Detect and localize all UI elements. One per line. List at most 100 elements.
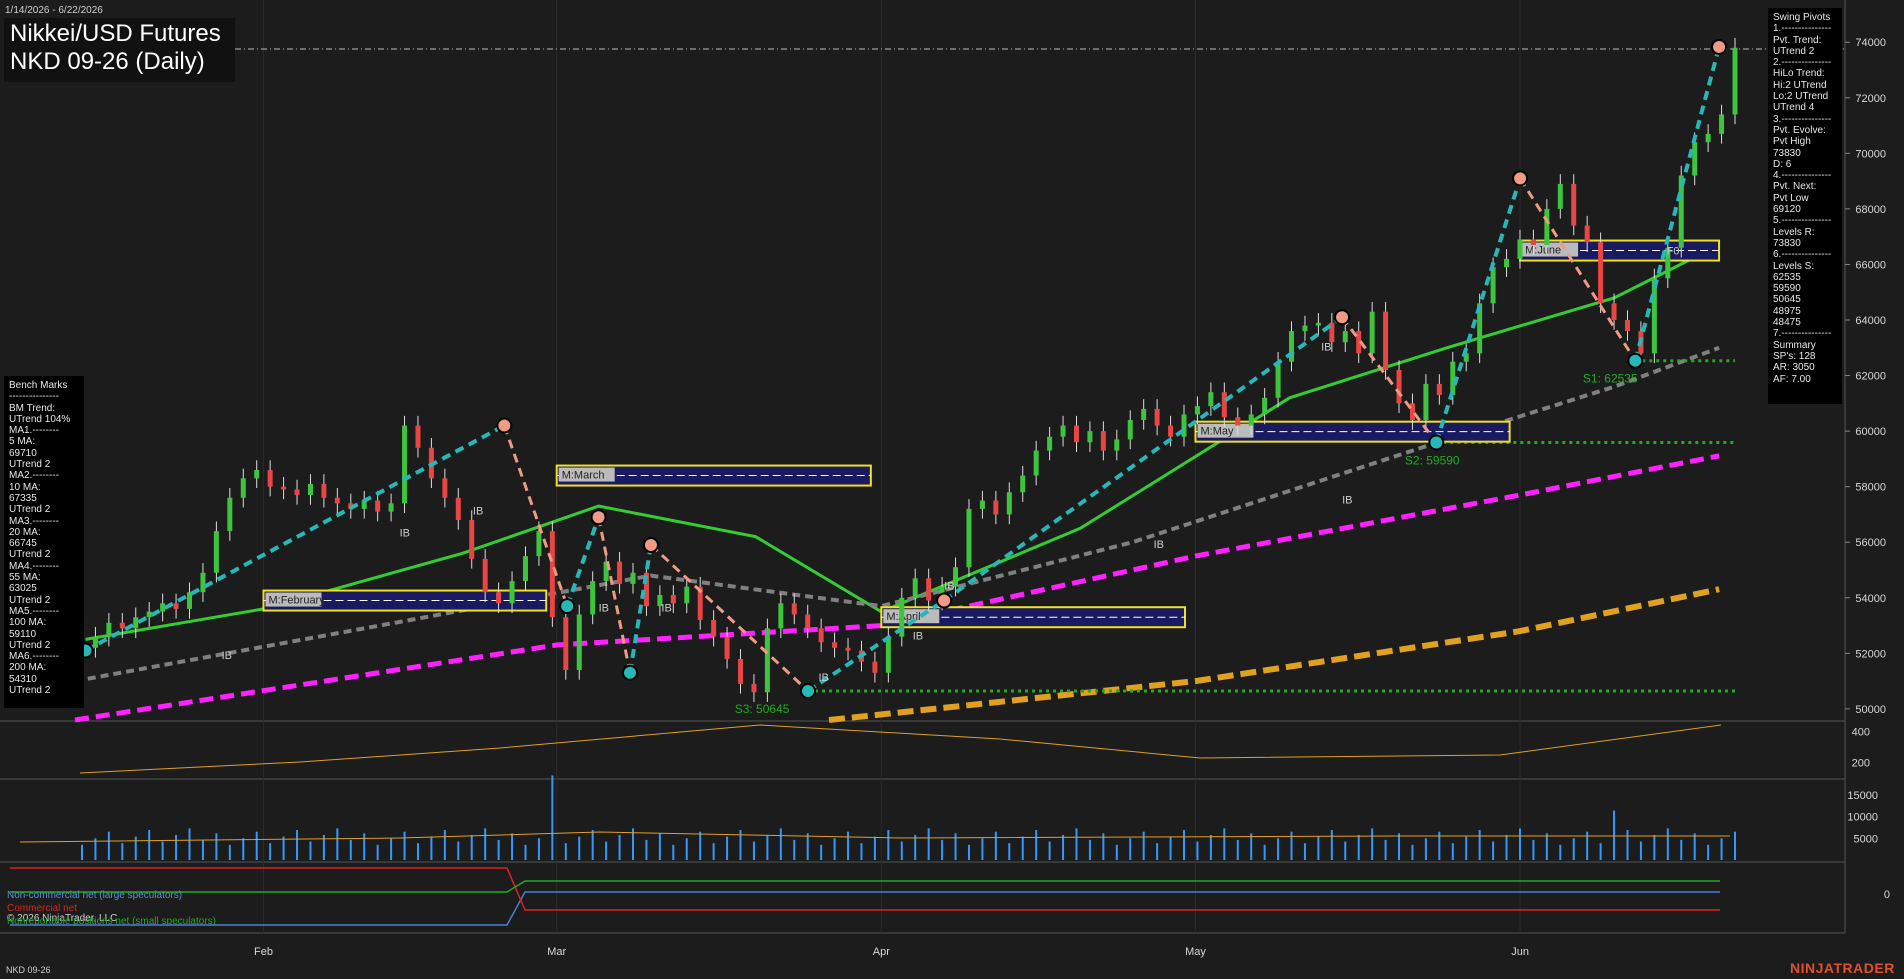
candle-body (1369, 311, 1375, 354)
legend-nonreportable: Nonreportable positions net (small specu… (7, 916, 216, 927)
candle-body (872, 661, 878, 673)
bench-mark-line: 63025 (9, 583, 37, 595)
candle-body (926, 578, 932, 601)
candle-body (1423, 383, 1429, 420)
chart-background (0, 0, 1904, 979)
chart-title-box: Nikkei/USD Futures NKD 09-26 (Daily) (4, 18, 235, 82)
candle-body (1651, 278, 1657, 354)
candle-body (213, 531, 219, 573)
month-label: Apr (873, 946, 890, 958)
candle-body (160, 603, 166, 612)
candle-body (1598, 242, 1604, 304)
candle-body (1692, 142, 1698, 176)
ib-label: IB (473, 505, 483, 517)
candle-body (1208, 392, 1214, 407)
candle-body (630, 572, 636, 584)
candle-body (1530, 239, 1536, 245)
bench-marks-panel: Bench Marks --------------- BM Trend: UTren… (4, 376, 84, 708)
candle-body (1020, 475, 1026, 493)
ib-label: IB (661, 603, 671, 615)
swing-pivot-line: Pvt. Evolve: (1773, 124, 1826, 136)
monthly-label: M:May (1200, 426, 1234, 438)
swing-pivot-line: Pvt. Trend: (1773, 34, 1822, 46)
bench-mark-line: 10 MA: (9, 481, 41, 493)
swing-pivot-line: Pvt High (1773, 136, 1811, 148)
candle-body (1315, 322, 1321, 326)
swing-pivot-line: 1.--------------- (1773, 23, 1832, 35)
candle-body (402, 425, 408, 504)
swing-support-label: S3: 50645 (735, 702, 790, 716)
swing-pivot-line: Pvt. Next: (1773, 181, 1817, 193)
candle-body (845, 647, 851, 651)
ib-label: IB (1154, 539, 1164, 551)
candle-body (684, 586, 690, 604)
candle-body (724, 636, 730, 659)
swing-pivot-line: HiLo Trend: (1773, 68, 1825, 80)
candle-body (993, 500, 999, 515)
ib-label: IB (400, 528, 410, 540)
candle-body (1221, 392, 1227, 418)
ib-label: IB (818, 672, 828, 684)
candle-body (1517, 239, 1523, 259)
candle-body (522, 556, 528, 582)
swing-pivot-line: 4.--------------- (1773, 170, 1832, 182)
candle-body (1087, 431, 1093, 443)
price-tick-label: 70000 (1855, 148, 1886, 160)
candle-body (738, 658, 744, 684)
candle-body (778, 603, 784, 629)
candle-body (1275, 361, 1281, 398)
bench-mark-line: UTrend 2 (9, 685, 51, 697)
candle-body (146, 611, 152, 618)
candle-body (1033, 450, 1039, 476)
swing-pivot-marker (1334, 309, 1351, 326)
candle-body (1557, 183, 1563, 209)
monthly-label: M:June (1525, 245, 1561, 257)
candle-body (1383, 311, 1389, 370)
bench-mark-line: MA2.-------- (9, 470, 59, 482)
monthly-label: M:March (562, 470, 605, 482)
cot-tick-label: 0 (1884, 889, 1890, 901)
swing-pivot-line: 50645 (1773, 294, 1801, 306)
ib-label: IB (944, 580, 954, 592)
candle-body (1114, 439, 1120, 451)
candle-body (455, 497, 461, 520)
candle-body (1342, 331, 1348, 343)
bench-mark-line: 5 MA: (9, 436, 36, 448)
candle-body (805, 614, 811, 629)
bench-mark-line: 69710 (9, 447, 37, 459)
bench-mark-line: UTrend 2 (9, 549, 51, 561)
candle-body (1127, 420, 1133, 440)
ib-label: IB (1321, 342, 1331, 354)
candle-body (979, 500, 985, 509)
swing-pivot-line: Hi:2 UTrend (1773, 79, 1827, 91)
month-label: Mar (547, 946, 566, 958)
swing-pivot-marker (800, 682, 817, 699)
candle-body (711, 620, 717, 637)
swing-pivot-line: 2.--------------- (1773, 57, 1832, 69)
swing-support-label: S1: 62535 (1583, 372, 1638, 386)
candle-body (1732, 47, 1738, 115)
bench-mark-line: --------------- (9, 391, 59, 403)
candle-body (1490, 267, 1496, 304)
swing-pivot-line: Levels R: (1773, 226, 1815, 238)
candle-body (1584, 225, 1590, 243)
candle-body (1168, 425, 1174, 437)
price-chart[interactable]: 5000052000540005600058000600006200064000… (0, 0, 1904, 979)
swing-pivot-line: Pvt Low (1773, 192, 1809, 204)
swing-pivot-line: Summary (1773, 339, 1816, 351)
candle-body (92, 636, 98, 648)
candle-body (1436, 383, 1442, 395)
candle-body (1073, 425, 1079, 443)
swing-pivot-line: 73830 (1773, 147, 1801, 159)
bench-mark-line: MA1.-------- (9, 425, 59, 437)
candle-body (1450, 361, 1456, 395)
bench-mark-line: MA4.-------- (9, 560, 59, 572)
swing-pivot-line: 48975 (1773, 305, 1801, 317)
candle-body (590, 581, 596, 615)
candle-body (1006, 492, 1012, 515)
bench-mark-line: 66745 (9, 538, 37, 550)
candle-body (617, 561, 623, 584)
contract-name: NKD 09-26 (Daily) (10, 48, 205, 75)
candle-body (536, 531, 542, 557)
candle-body (1544, 208, 1550, 245)
